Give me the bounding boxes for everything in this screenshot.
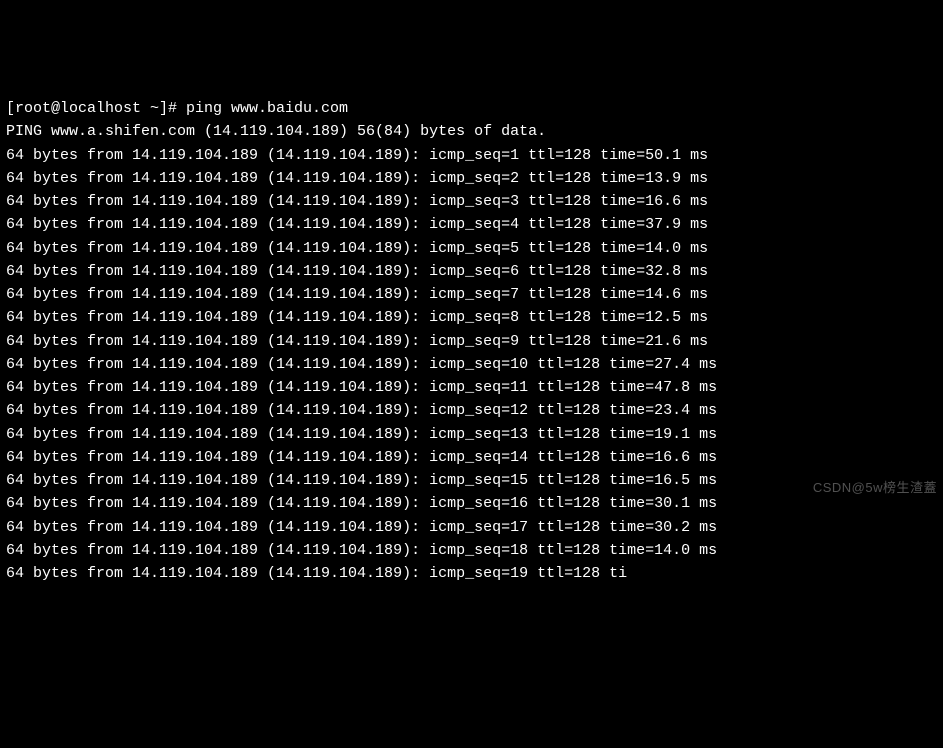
ping-reply: 64 bytes from 14.119.104.189 (14.119.104… (6, 399, 937, 422)
ping-reply: 64 bytes from 14.119.104.189 (14.119.104… (6, 190, 937, 213)
ping-reply: 64 bytes from 14.119.104.189 (14.119.104… (6, 423, 937, 446)
terminal-output[interactable]: [root@localhost ~]# ping www.baidu.comPI… (6, 97, 937, 585)
ping-reply: 64 bytes from 14.119.104.189 (14.119.104… (6, 469, 937, 492)
ping-header: PING www.a.shifen.com (14.119.104.189) 5… (6, 120, 937, 143)
ping-reply: 64 bytes from 14.119.104.189 (14.119.104… (6, 330, 937, 353)
ping-reply: 64 bytes from 14.119.104.189 (14.119.104… (6, 353, 937, 376)
watermark: CSDN@5w榜生渣蓋 (813, 478, 937, 498)
ping-reply: 64 bytes from 14.119.104.189 (14.119.104… (6, 376, 937, 399)
ping-reply: 64 bytes from 14.119.104.189 (14.119.104… (6, 283, 937, 306)
ping-reply: 64 bytes from 14.119.104.189 (14.119.104… (6, 167, 937, 190)
ping-reply: 64 bytes from 14.119.104.189 (14.119.104… (6, 213, 937, 236)
ping-reply: 64 bytes from 14.119.104.189 (14.119.104… (6, 562, 937, 585)
ping-reply: 64 bytes from 14.119.104.189 (14.119.104… (6, 492, 937, 515)
ping-reply: 64 bytes from 14.119.104.189 (14.119.104… (6, 516, 937, 539)
ping-reply: 64 bytes from 14.119.104.189 (14.119.104… (6, 539, 937, 562)
ping-reply: 64 bytes from 14.119.104.189 (14.119.104… (6, 306, 937, 329)
prompt-line[interactable]: [root@localhost ~]# ping www.baidu.com (6, 97, 937, 120)
ping-reply: 64 bytes from 14.119.104.189 (14.119.104… (6, 237, 937, 260)
ping-reply: 64 bytes from 14.119.104.189 (14.119.104… (6, 144, 937, 167)
ping-reply: 64 bytes from 14.119.104.189 (14.119.104… (6, 260, 937, 283)
ping-reply: 64 bytes from 14.119.104.189 (14.119.104… (6, 446, 937, 469)
